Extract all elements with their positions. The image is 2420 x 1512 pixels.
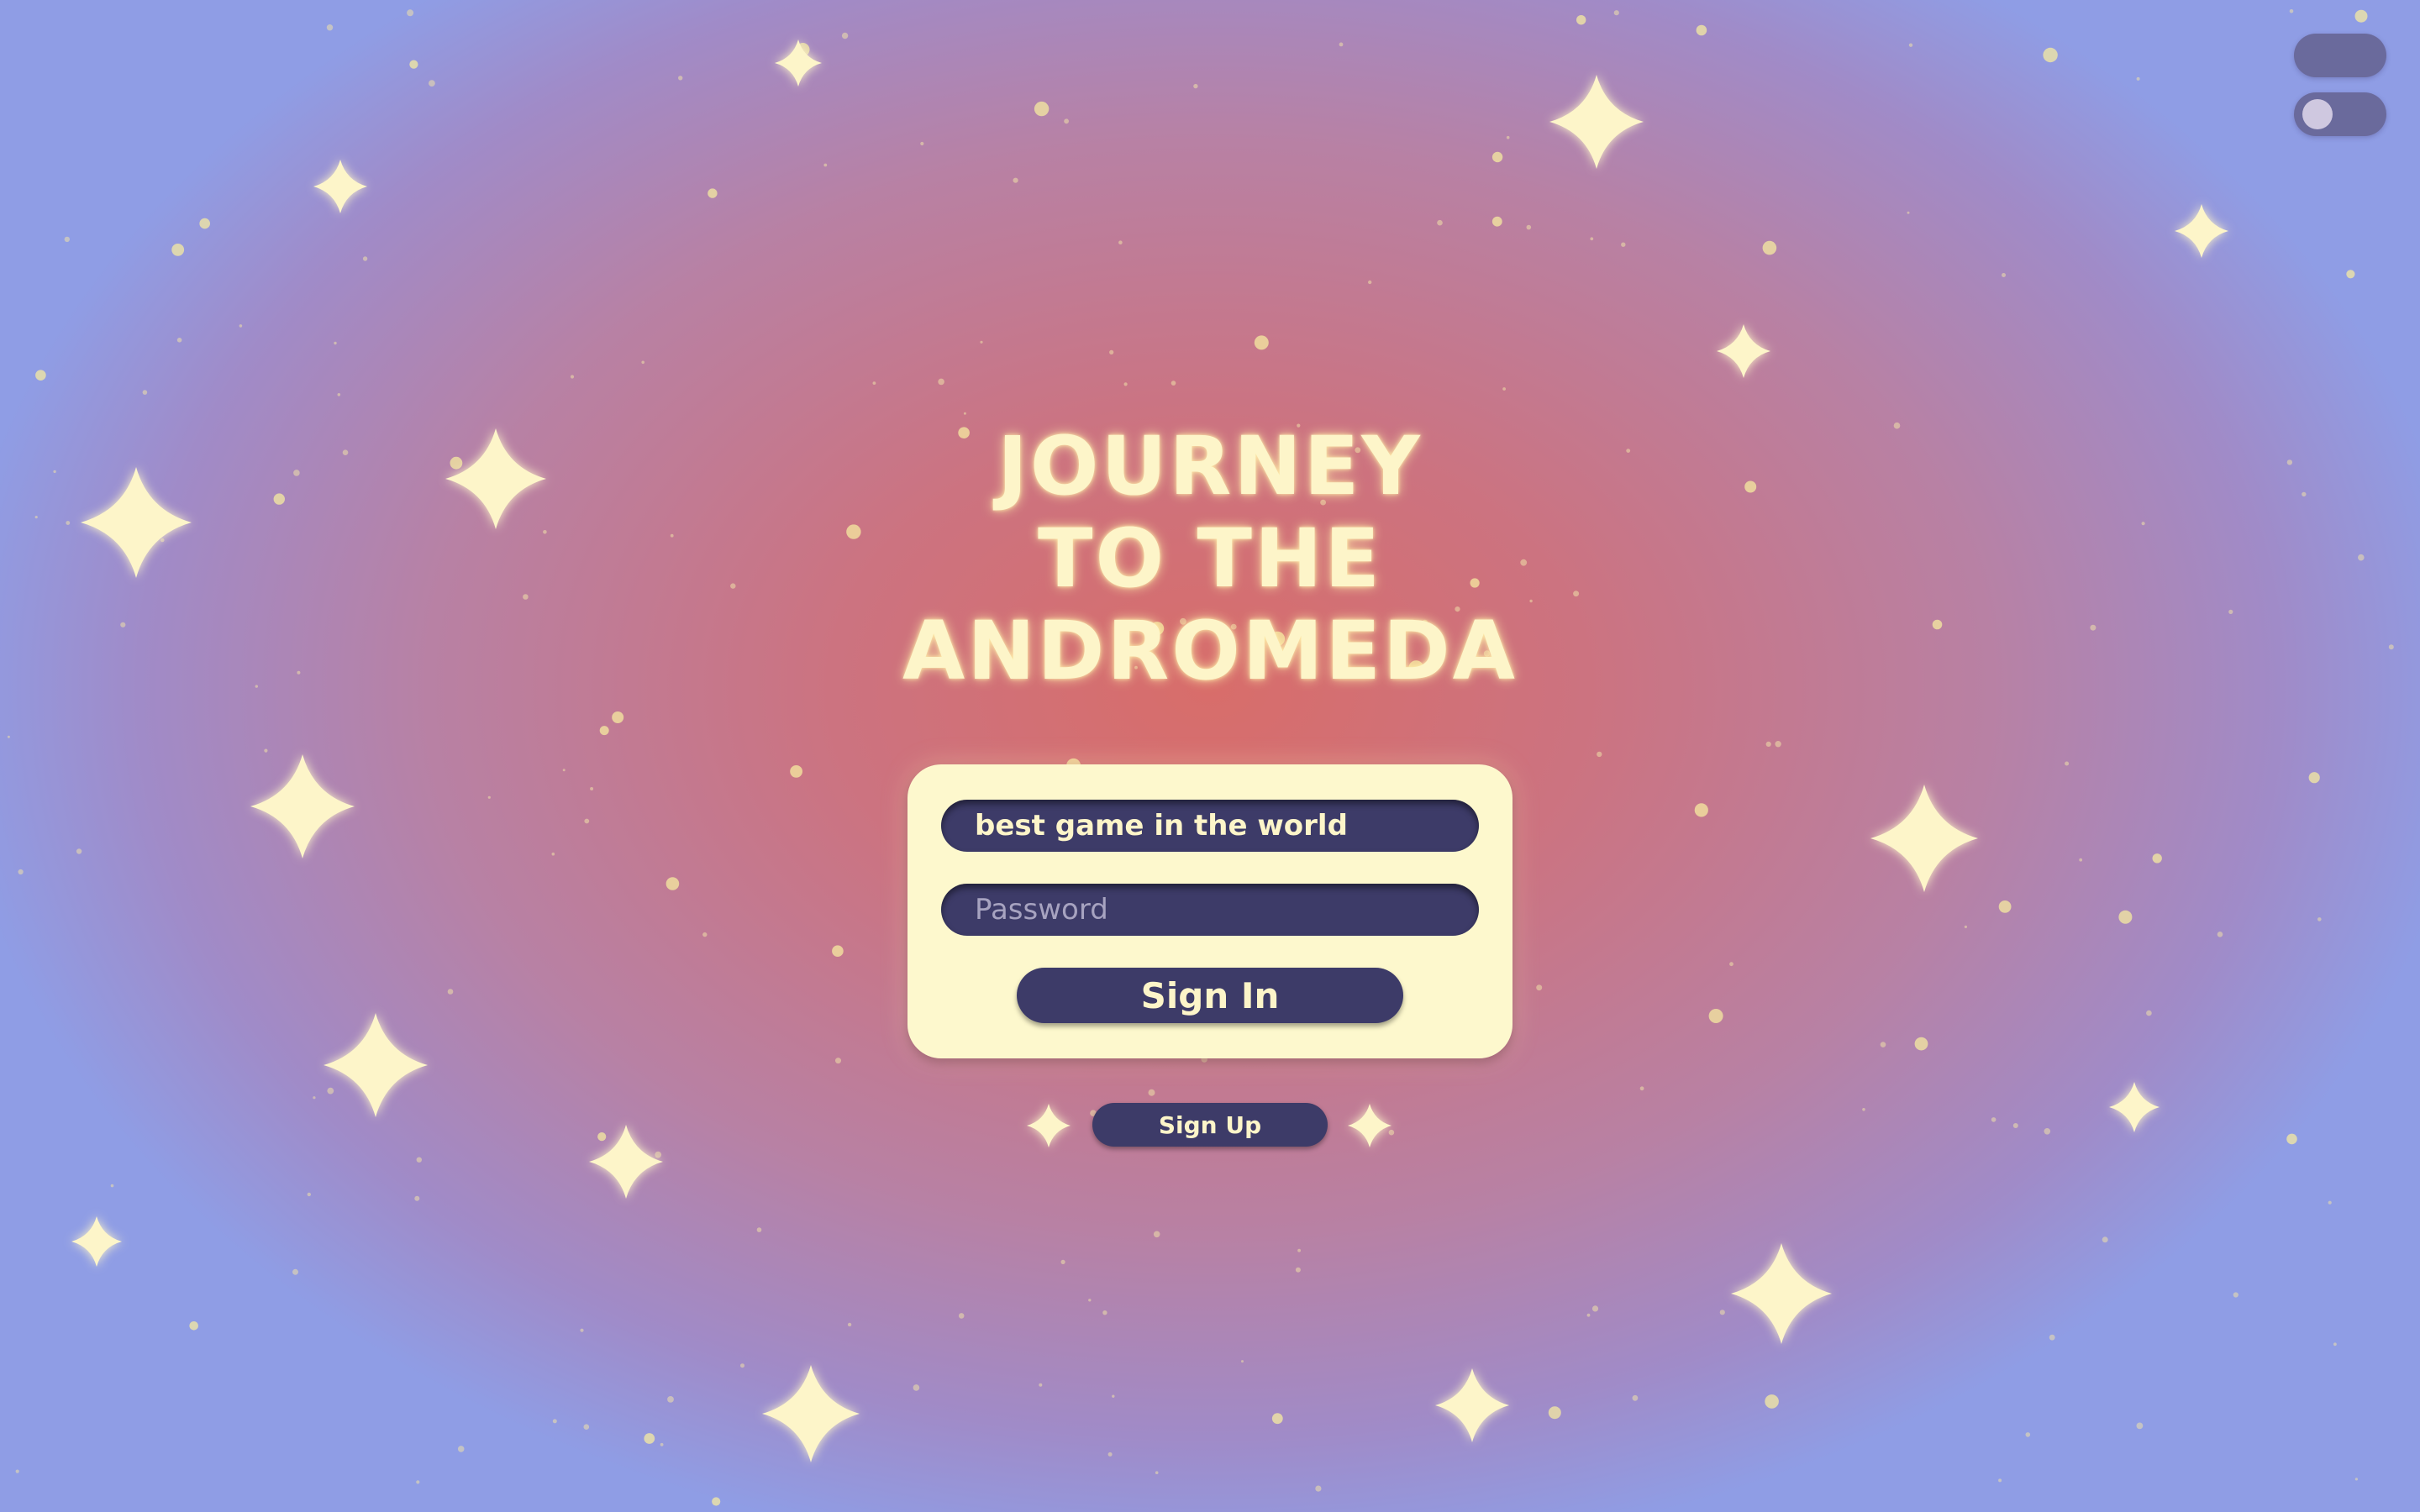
toggle-knob[interactable] <box>2302 99 2333 129</box>
sparkle-icon <box>1435 1368 1509 1442</box>
sparkle-icon <box>445 428 546 529</box>
sign-up-label: Sign Up <box>1158 1110 1262 1139</box>
sparkle-icon <box>313 160 367 213</box>
sparkle-icon <box>1348 1104 1392 1147</box>
login-card: best game in the world Password Sign In <box>908 764 1512 1058</box>
sparkle-icon <box>589 1125 663 1199</box>
sparkle-icon <box>250 754 355 858</box>
sparkle-icon <box>775 39 822 87</box>
menu-pill-button[interactable] <box>2294 34 2386 77</box>
username-value: best game in the world <box>975 809 1348 843</box>
sparkle-icon <box>1027 1104 1071 1147</box>
sparkle-icon <box>1731 1243 1832 1344</box>
sound-toggle[interactable] <box>2294 92 2386 136</box>
sparkle-icon <box>2109 1082 2160 1132</box>
sparkle-icon <box>1870 785 1978 892</box>
title-line-3: ANDROMEDA <box>902 604 1518 698</box>
title-line-1: JOURNEY <box>997 419 1423 513</box>
username-input[interactable]: best game in the world <box>941 800 1479 852</box>
title-line-2: TO THE <box>1038 512 1382 606</box>
sign-in-label: Sign In <box>1140 974 1280 1016</box>
sparkle-icon <box>1717 324 1770 378</box>
sign-up-button[interactable]: Sign Up <box>1092 1103 1328 1147</box>
sparkle-icon <box>2175 204 2228 258</box>
password-placeholder: Password <box>975 893 1108 927</box>
sparkle-icon <box>81 467 192 578</box>
sign-in-button[interactable]: Sign In <box>1017 968 1403 1023</box>
game-title: JOURNEY TO THE ANDROMEDA <box>790 420 1630 697</box>
sparkle-icon <box>71 1216 122 1267</box>
background-sparkles <box>71 39 2228 1462</box>
sparkle-icon <box>324 1013 428 1117</box>
password-input[interactable]: Password <box>941 884 1479 936</box>
sparkle-icon <box>762 1365 860 1462</box>
sparkle-icon <box>1549 75 1644 169</box>
